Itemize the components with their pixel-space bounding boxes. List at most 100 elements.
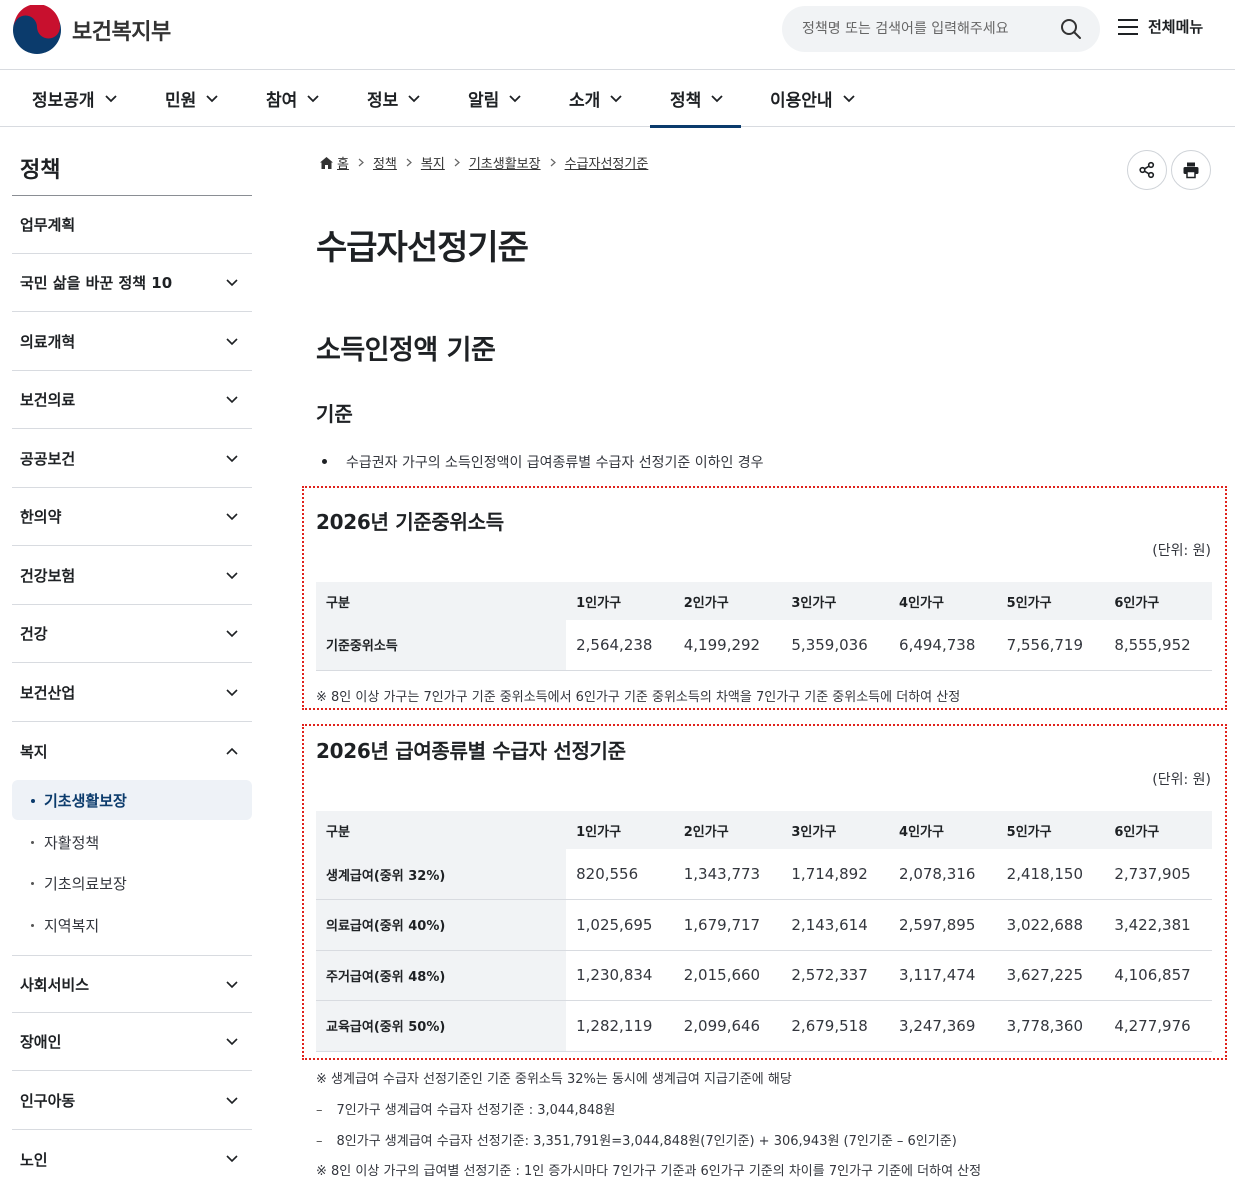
gnb-item-about[interactable]: 소개 <box>569 70 622 127</box>
table2-note-3: 8인가구 생계급여 수급자 선정기준: 3,351,791원=3,044,848… <box>316 1130 957 1149</box>
print-icon <box>1183 162 1199 179</box>
table-header: 2인가구 <box>673 811 782 849</box>
row-header: 교육급여(중위 50%) <box>316 1000 567 1052</box>
table1-title: 2026년 기준중위소득 <box>316 510 504 534</box>
gnb-item-guide[interactable]: 이용안내 <box>770 70 855 127</box>
gnb-label: 정보 <box>367 91 399 111</box>
table1-unit: (단위: 원) <box>1152 543 1211 559</box>
sidebar-item-health-medical[interactable]: 보건의료 <box>12 371 252 429</box>
table-row: 의료급여(중위 40%) 1,025,695 1,679,717 2,143,6… <box>316 899 1212 951</box>
breadcrumb-home[interactable]: 홈 <box>320 153 349 172</box>
sidebar-item-elderly[interactable]: 노인 <box>12 1130 252 1182</box>
sidebar-item-social-service[interactable]: 사회서비스 <box>12 955 252 1013</box>
sidebar-item-label: 한의약 <box>20 508 62 526</box>
table-cell: 7,556,719 <box>996 620 1105 671</box>
search-input[interactable] <box>802 6 1052 52</box>
row-header: 주거급여(중위 48%) <box>316 950 567 1001</box>
chevron-down-icon <box>226 338 238 346</box>
sidebar-item-label: 보건의료 <box>20 391 76 409</box>
gnb-item-policy[interactable]: 정책 <box>649 70 742 128</box>
table-cell: 2,099,646 <box>673 1000 782 1052</box>
gnb-item-participation[interactable]: 참여 <box>266 70 319 127</box>
sidebar-subitem-self-support[interactable]: 자활정책 <box>12 822 252 862</box>
table-cell: 8,555,952 <box>1104 620 1212 671</box>
search-icon[interactable] <box>1060 18 1082 40</box>
table2-note-1: ※ 생계급여 수급자 선정기준인 기준 중위소득 32%는 동시에 생계급여 지… <box>316 1072 792 1087</box>
chevron-down-icon <box>226 572 238 580</box>
table-cell: 2,015,660 <box>673 950 782 1001</box>
sidebar-item-health-insurance[interactable]: 건강보험 <box>12 547 252 605</box>
all-menu-button[interactable]: 전체메뉴 <box>1117 16 1203 37</box>
breadcrumb: 홈 정책 복지 기초생활보장 수급자선정기준 <box>320 153 648 172</box>
sidebar-subitem-label: 기초의료보장 <box>44 874 127 893</box>
table-header: 1인가구 <box>566 582 674 620</box>
table-cell: 2,418,150 <box>996 849 1105 900</box>
share-button[interactable] <box>1127 150 1167 190</box>
sidebar-subitem-medical-aid[interactable]: 기초의료보장 <box>12 863 252 903</box>
sidebar-item-top10[interactable]: 국민 삶을 바꾼 정책 10 <box>12 254 252 312</box>
sidebar-subitem-basic-livelihood[interactable]: 기초생활보장 <box>12 780 252 820</box>
table-header: 3인가구 <box>781 582 890 620</box>
sidebar-subitem-local-welfare[interactable]: 지역복지 <box>12 905 252 945</box>
breadcrumb-label: 홈 <box>337 157 349 172</box>
table-header: 구분 <box>316 811 567 849</box>
gnb-item-information[interactable]: 정보 <box>367 70 420 127</box>
table-cell: 6,494,738 <box>889 620 997 671</box>
table2-note-4: ※ 8인 이상 가구의 급여별 선정기준 : 1인 증가시마다 7인가구 기준과… <box>316 1164 982 1179</box>
chevron-right-icon <box>406 158 412 167</box>
selection-criteria-table: 구분 1인가구 2인가구 3인가구 4인가구 5인가구 6인가구 생계급여(중위… <box>316 811 1212 1052</box>
site-header: 보건복지부 전체메뉴 <box>0 0 1235 70</box>
table-header: 4인가구 <box>889 582 997 620</box>
table-cell: 3,247,369 <box>889 1000 997 1052</box>
gnb-item-notice[interactable]: 알림 <box>468 70 521 127</box>
sidebar-item-population-child[interactable]: 인구아동 <box>12 1072 252 1130</box>
sidebar-item-public-health[interactable]: 공공보건 <box>12 430 252 488</box>
row-header: 생계급여(중위 32%) <box>316 849 567 900</box>
gnb-item-info-disclosure[interactable]: 정보공개 <box>32 70 117 127</box>
all-menu-label: 전체메뉴 <box>1148 18 1204 36</box>
table-cell: 1,714,892 <box>781 849 890 900</box>
table-cell: 2,143,614 <box>781 899 890 951</box>
sidebar-item-korean-medicine[interactable]: 한의약 <box>12 488 252 546</box>
chevron-right-icon <box>550 158 556 167</box>
site-logo[interactable]: 보건복지부 <box>12 5 171 55</box>
sidebar-item-medical-reform[interactable]: 의료개혁 <box>12 313 252 371</box>
table-cell: 1,282,119 <box>566 1000 674 1052</box>
table-cell: 2,737,905 <box>1104 849 1212 900</box>
table-cell: 4,106,857 <box>1104 950 1212 1001</box>
global-nav: 정보공개 민원 참여 정보 알림 소개 정책 이용안내 <box>0 70 1235 128</box>
sidebar-subitem-label: 자활정책 <box>44 833 100 852</box>
sidebar-item-welfare[interactable]: 복지 <box>12 722 252 780</box>
gnb-item-civil[interactable]: 민원 <box>165 70 218 127</box>
sidebar-item-label: 인구아동 <box>20 1092 76 1110</box>
breadcrumb-welfare[interactable]: 복지 <box>421 153 445 172</box>
breadcrumb-current[interactable]: 수급자선정기준 <box>565 153 649 172</box>
gnb-label: 이용안내 <box>770 91 833 111</box>
sidebar-subitem-label: 기초생활보장 <box>44 791 127 810</box>
sidebar-item-health-industry[interactable]: 보건산업 <box>12 664 252 722</box>
table-cell: 3,627,225 <box>996 950 1105 1001</box>
table-row: 기준중위소득 2,564,238 4,199,292 5,359,036 6,4… <box>316 620 1212 671</box>
sidebar-item-health[interactable]: 건강 <box>12 605 252 663</box>
sidebar-item-label: 노인 <box>20 1150 48 1169</box>
table-cell: 3,422,381 <box>1104 899 1212 951</box>
gnb-label: 알림 <box>468 91 500 111</box>
table-header: 5인가구 <box>996 811 1105 849</box>
breadcrumb-policy[interactable]: 정책 <box>373 153 397 172</box>
sidebar-item-work-plan[interactable]: 업무계획 <box>12 196 252 254</box>
breadcrumb-basic-livelihood[interactable]: 기초생활보장 <box>469 153 541 172</box>
table-cell: 2,679,518 <box>781 1000 890 1052</box>
table-cell: 3,022,688 <box>996 899 1105 951</box>
sidebar-item-disabled[interactable]: 장애인 <box>12 1013 252 1071</box>
chevron-down-icon <box>226 1038 238 1046</box>
table-cell: 2,078,316 <box>889 849 997 900</box>
table-cell: 3,117,474 <box>889 950 997 1001</box>
table-cell: 3,778,360 <box>996 1000 1105 1052</box>
share-icon <box>1139 161 1155 179</box>
chevron-down-icon <box>226 279 238 287</box>
chevron-right-icon <box>454 158 460 167</box>
table-cell: 1,343,773 <box>673 849 782 900</box>
print-button[interactable] <box>1171 150 1211 190</box>
page-title: 수급자선정기준 <box>316 228 529 268</box>
table-cell: 2,572,337 <box>781 950 890 1001</box>
